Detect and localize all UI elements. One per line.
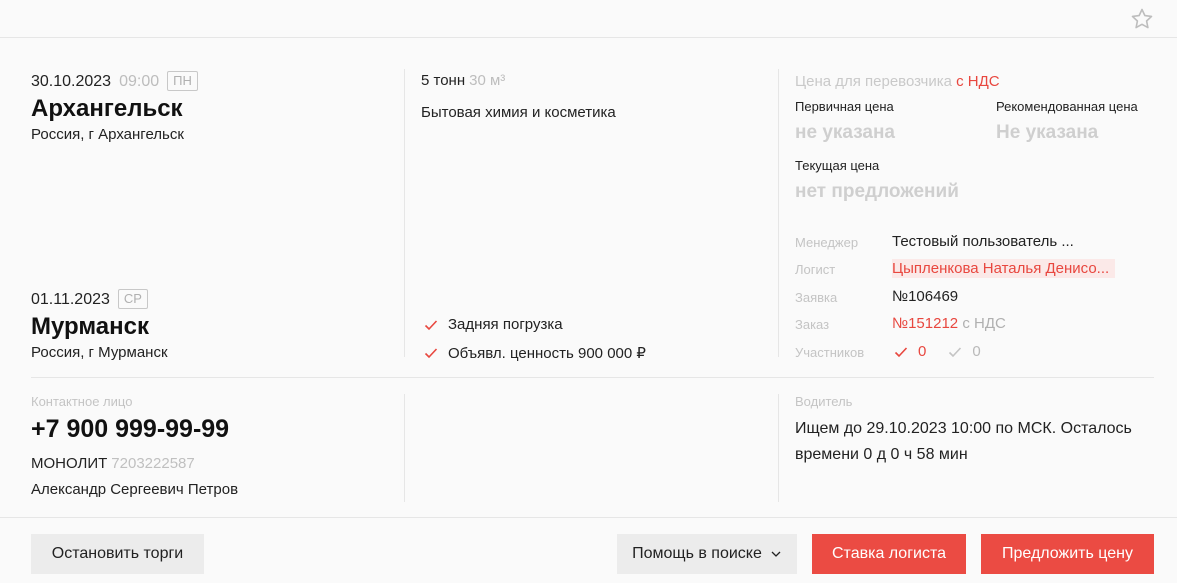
- origin-region: Россия, г Архангельск: [31, 126, 184, 143]
- company-name: МОНОЛИТ: [31, 455, 108, 472]
- divider: [404, 394, 405, 502]
- price-title: Цена для перевозчика с НДС: [795, 73, 1000, 90]
- contact-person: Александр Сергеевич Петров: [31, 481, 239, 498]
- order-value: №151212 с НДС: [892, 315, 1006, 332]
- check-icon: [894, 346, 908, 357]
- initial-price-value: не указана: [795, 122, 896, 143]
- order-number-link[interactable]: №151212: [892, 315, 958, 332]
- logist-value[interactable]: Цыпленкова Наталья Денисо...: [892, 259, 1116, 278]
- participants-counts: 0 0: [894, 343, 981, 360]
- divider: [778, 394, 779, 502]
- divider: [31, 377, 1154, 378]
- manager-label: Менеджер: [795, 235, 859, 250]
- search-help-dropdown[interactable]: Помощь в поиске: [617, 534, 797, 574]
- order-card-body: 30.10.2023 09:00 ПН Архангельск Россия, г …: [0, 39, 1177, 517]
- destination-date: 01.11.2023: [31, 291, 110, 308]
- origin-city: Архангельск: [31, 95, 183, 122]
- stop-auction-button[interactable]: Остановить торги: [31, 534, 204, 574]
- cargo-volume: 30 м³: [469, 72, 506, 89]
- request-value: №106469: [892, 288, 959, 305]
- origin-date-row: 30.10.2023 09:00 ПН: [31, 71, 198, 91]
- contact-phone[interactable]: +7 900 999-99-99: [31, 415, 229, 444]
- recommended-price-value: Не указана: [996, 122, 1099, 143]
- check-icon: [949, 346, 962, 357]
- origin-date: 30.10.2023: [31, 73, 112, 90]
- price-vat: с НДС: [956, 73, 1000, 90]
- contact-label: Контактное лицо: [31, 394, 133, 409]
- order-vat: с НДС: [962, 315, 1006, 332]
- driver-label: Водитель: [795, 394, 853, 409]
- logist-bid-button[interactable]: Ставка логиста: [812, 534, 966, 574]
- check-icon: [424, 348, 438, 359]
- destination-region: Россия, г Мурманск: [31, 344, 168, 361]
- origin-time: 09:00: [119, 73, 160, 90]
- origin-day-badge: ПН: [167, 71, 198, 91]
- manager-value: Тестовый пользователь ...: [892, 233, 1074, 250]
- destination-date-row: 01.11.2023 СР: [31, 289, 148, 309]
- participants-other: 0: [972, 343, 981, 360]
- cargo-weight: 5 тонн: [421, 72, 466, 89]
- star-icon[interactable]: [1130, 7, 1154, 31]
- recommended-price-label: Рекомендованная цена: [996, 99, 1138, 114]
- current-price-label: Текущая цена: [795, 158, 880, 173]
- participants-confirmed: 0: [918, 343, 927, 360]
- destination-city: Мурманск: [31, 313, 150, 340]
- divider: [404, 69, 405, 357]
- logist-label: Логист: [795, 262, 836, 277]
- check-icon: [424, 319, 438, 330]
- action-bar: Остановить торги Помощь в поиске Ставка …: [0, 517, 1177, 583]
- cargo-feature: Объявл. ценность 900 000 ₽: [424, 344, 646, 362]
- driver-status: Ищем до 29.10.2023 10:00 по МСК. Осталос…: [795, 420, 1132, 463]
- cargo-feature: Задняя погрузка: [424, 316, 563, 333]
- destination-day-badge: СР: [117, 289, 148, 309]
- card-header: [0, 0, 1177, 38]
- contact-company-row: МОНОЛИТ 7203222587: [31, 455, 195, 472]
- order-label: Заказ: [795, 317, 830, 332]
- participants-label: Участников: [795, 345, 865, 360]
- chevron-down-icon: [771, 551, 781, 557]
- cargo-weight-row: 5 тонн 30 м³: [421, 72, 505, 89]
- cargo-description: Бытовая химия и косметика: [421, 104, 616, 121]
- company-inn: 7203222587: [111, 455, 195, 472]
- request-label: Заявка: [795, 290, 838, 305]
- current-price-value: нет предложений: [795, 181, 959, 202]
- initial-price-label: Первичная цена: [795, 99, 894, 114]
- offer-price-button[interactable]: Предложить цену: [981, 534, 1154, 574]
- divider: [778, 69, 779, 357]
